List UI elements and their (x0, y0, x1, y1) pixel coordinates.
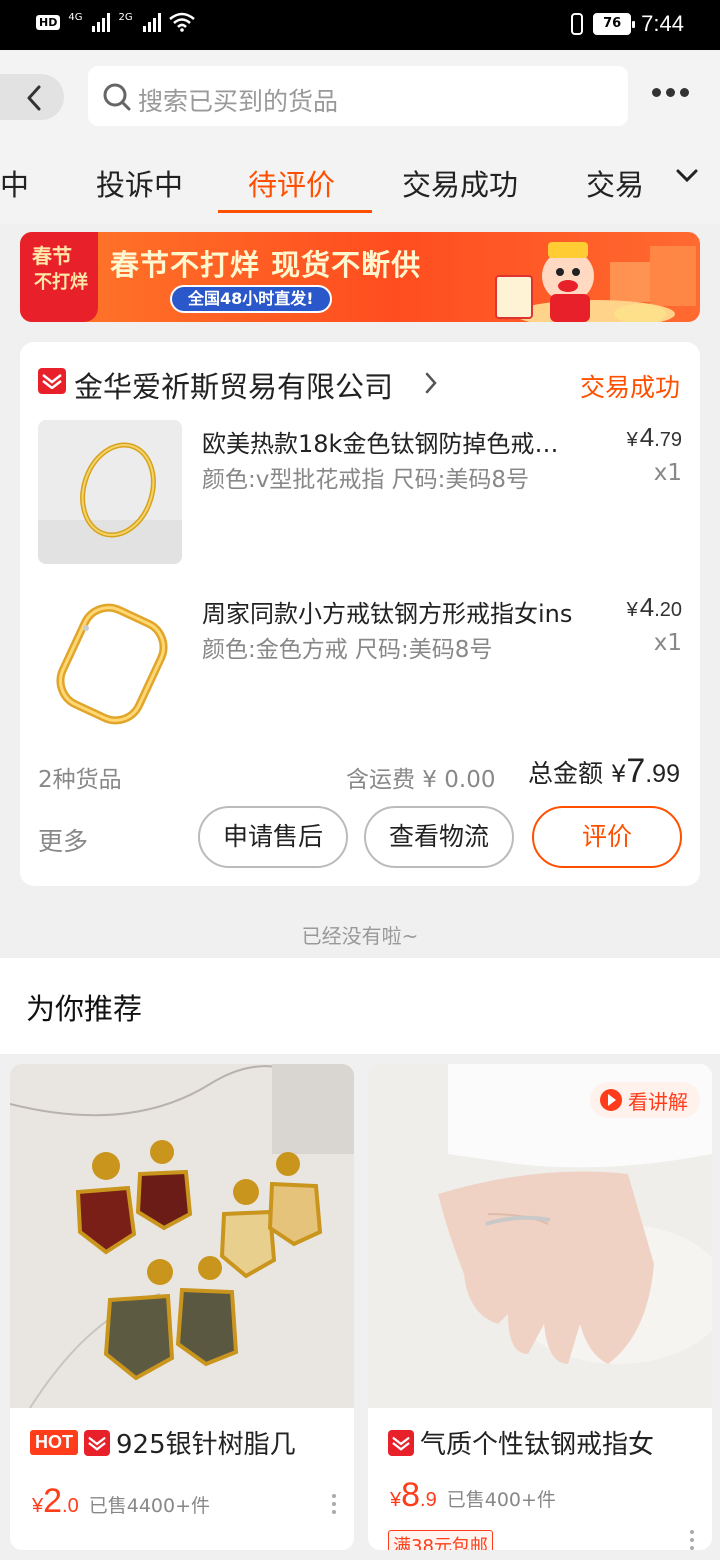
promo-badge: 满38元包邮 (388, 1530, 493, 1550)
item-price: ¥4.20 (626, 592, 682, 622)
end-of-list-text: 已经没有啦~ (301, 924, 419, 948)
view-logistics-button[interactable]: 查看物流 (364, 806, 514, 868)
item-title: 周家同款小方戒钛钢方形戒指女ins (202, 600, 573, 628)
item-spec: 颜色:金色方戒 尺码:美码8号 (202, 637, 493, 663)
mascot-illustration-icon (495, 242, 696, 322)
store-name[interactable]: 金华爱祈斯贸易有限公司 (74, 364, 393, 406)
signal-icon (92, 12, 111, 32)
product-card[interactable]: 看讲解 气质个性钛钢戒指女 ¥8.9 已售400+件 满38元包邮 (368, 1064, 712, 1550)
banner-title: 春节不打烊 现货不断供 (110, 248, 422, 282)
item-quantity: x1 (653, 630, 682, 656)
sim2-label: 2G (118, 12, 133, 23)
item-price: ¥4.79 (626, 422, 682, 452)
banner-pill: 全国48小时直发! (170, 285, 332, 313)
order-total: 总金额 ¥7.99 (528, 752, 680, 790)
product-title: 气质个性钛钢戒指女 (388, 1424, 654, 1461)
item-title: 欧美热款18k金色钛钢防掉色戒指女 (202, 430, 582, 458)
vibrate-icon (571, 13, 584, 35)
order-card: 金华爱祈斯贸易有限公司 交易成功 欧美热款18k金色钛钢防掉色戒指女 颜色:v型… (20, 342, 700, 886)
search-placeholder: 搜索已买到的货品 (138, 87, 339, 116)
more-menu-icon[interactable] (652, 88, 689, 97)
product-thumbnail-ring-icon[interactable] (38, 420, 182, 564)
product-more-icon[interactable] (332, 1494, 336, 1514)
signal-icon (142, 12, 161, 32)
order-item[interactable]: 周家同款小方戒钛钢方形戒指女ins 颜色:金色方戒 尺码:美码8号 ¥4.20 … (38, 590, 682, 734)
product-title-text: 气质个性钛钢戒指女 (420, 1430, 655, 1460)
chevron-down-icon (676, 169, 698, 183)
item-quantity: x1 (653, 460, 682, 486)
clock: 7:44 (641, 11, 684, 36)
live-explain-badge[interactable]: 看讲解 (590, 1082, 700, 1118)
hd-badge: HD (36, 14, 61, 30)
back-button[interactable] (0, 74, 64, 120)
play-icon (600, 1089, 622, 1111)
wifi-icon (168, 12, 195, 32)
item-spec: 颜色:v型批花戒指 尺码:美码8号 (202, 467, 530, 493)
order-tabs: 中 投诉中 待评价 交易成功 交易 (0, 142, 720, 224)
product-title: HOT 925银针树脂几 (30, 1424, 296, 1461)
sold-count: 已售4400+件 (88, 1495, 211, 1517)
order-status: 交易成功 (579, 373, 680, 402)
search-input[interactable]: 搜索已买到的货品 (88, 66, 628, 126)
battery-icon: 76 (593, 13, 636, 35)
product-price: ¥2.0 已售4400+件 (32, 1482, 211, 1520)
promo-banner[interactable]: 春节 不打烊 春节不打烊 现货不断供 全国48小时直发! (20, 232, 700, 322)
search-icon (103, 83, 131, 111)
item-count: 2种货品 (38, 767, 122, 793)
live-explain-label: 看讲解 (628, 1089, 688, 1114)
product-more-icon[interactable] (690, 1530, 694, 1550)
sim1-label: 4G (68, 12, 83, 23)
product-title-text: 925银针树脂几 (116, 1430, 296, 1460)
recommend-header: 为你推荐 (0, 958, 720, 1054)
product-thumbnail-ring-icon[interactable] (38, 590, 182, 734)
hot-badge: HOT (30, 1430, 78, 1455)
tab-completed[interactable]: 交易成功 (402, 162, 518, 204)
sold-count: 已售400+件 (446, 1489, 556, 1511)
recommend-title: 为你推荐 (26, 992, 143, 1026)
after-sale-button[interactable]: 申请售后 (198, 806, 348, 868)
banner-tag-line1: 春节 (32, 244, 72, 268)
tab-partial[interactable]: 中 (0, 162, 29, 204)
recommend-grid: HOT 925银针树脂几 ¥2.0 已售4400+件 看讲解 气质个性钛钢戒指女 … (0, 1054, 720, 1560)
tab-complaint[interactable]: 投诉中 (96, 162, 183, 204)
status-bar: HD 4G 2G 76 7:44 (0, 0, 720, 50)
tmall-store-icon (38, 368, 66, 394)
tmall-icon (388, 1429, 414, 1456)
header: 搜索已买到的货品 (0, 50, 720, 142)
active-tab-indicator (218, 210, 372, 213)
banner-tag-line2: 不打烊 (34, 272, 88, 293)
back-arrow-icon (27, 85, 41, 111)
tabs-expand-button[interactable] (640, 142, 720, 224)
tab-trade[interactable]: 交易 (586, 162, 644, 204)
banner-tag: 春节 不打烊 (20, 232, 98, 322)
tab-to-review[interactable]: 待评价 (248, 162, 335, 204)
shipping-fee: 含运费 ¥ 0.00 (346, 767, 496, 793)
product-price: ¥8.9 已售400+件 (390, 1476, 556, 1514)
order-item[interactable]: 欧美热款18k金色钛钢防掉色戒指女 颜色:v型批花戒指 尺码:美码8号 ¥4.7… (38, 420, 682, 564)
product-card[interactable]: HOT 925银针树脂几 ¥2.0 已售4400+件 (10, 1064, 354, 1550)
tmall-icon (84, 1429, 110, 1456)
review-button[interactable]: 评价 (532, 806, 682, 868)
chevron-right-icon[interactable] (424, 372, 438, 394)
product-image-earrings-icon[interactable] (10, 1064, 354, 1408)
more-link[interactable]: 更多 (38, 822, 88, 858)
